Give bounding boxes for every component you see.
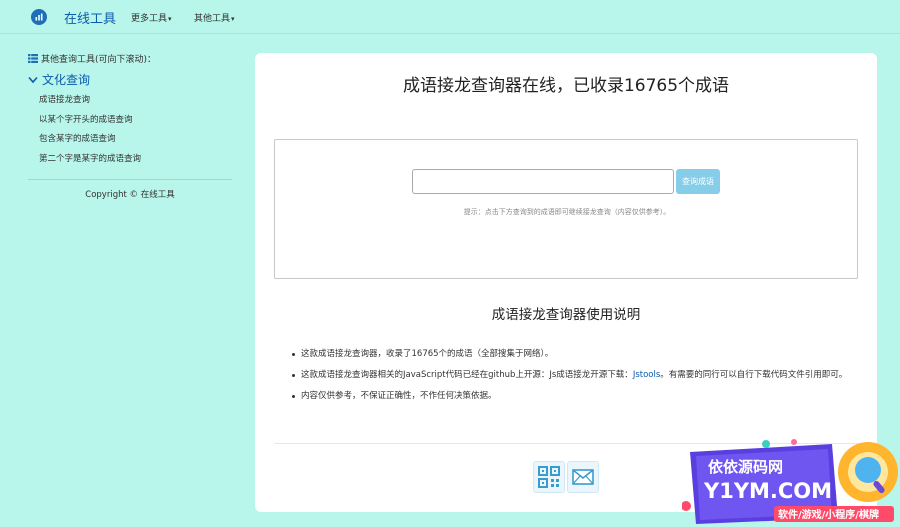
idiom-search-input[interactable] [412,169,674,194]
other-tools-menu[interactable]: 其他工具▾ [194,11,235,24]
watermark-line1: 依依源码网 [708,458,783,476]
top-navbar: 在线工具 更多工具▾ 其他工具▾ [0,0,900,34]
list-item: 这款成语接龙查询器相关的JavaScript代码已经在github上开源：Js成… [290,369,860,382]
query-panel: 查询成语 提示：点击下方查询到的成语即可继续接龙查询（内容仅供参考）。 [274,139,858,279]
sidebar-heading-text: 其他查询工具(可向下滚动)： [41,55,157,65]
instruction-text: 。有需要的同行可以自行下载代码文件引用即可。 [660,370,848,380]
chevron-down-icon [28,76,38,83]
sidebar-divider [28,179,232,180]
caret-down-icon: ▾ [231,15,235,23]
sidebar-heading: 其他查询工具(可向下滚动)： [28,52,233,65]
watermark-line3: 软件/游戏/小程序/棋牌 [778,508,879,521]
watermark-badge: 依依源码网 Y1YM.COM 软件/游戏/小程序/棋牌 [682,439,898,524]
category-culture[interactable]: 文化查询 [28,71,233,88]
list-item: 这款成语接龙查询器，收录了16765个的成语（全部搜集于网络）。 [290,348,860,361]
jstools-link[interactable]: Jstools [633,370,660,380]
instruction-text: 内容仅供参考，不保证正确性，不作任何决策依据。 [301,391,497,401]
caret-down-icon: ▾ [168,15,172,23]
instructions-list: 这款成语接龙查询器，收录了16765个的成语（全部搜集于网络）。 这款成语接龙查… [290,348,860,411]
sidebar-item-starts-with[interactable]: 以某个字开头的成语查询 [39,111,233,131]
query-hint: 提示：点击下方查询到的成语即可继续接龙查询（内容仅供参考）。 [463,208,671,216]
qrcode-share-button[interactable] [533,461,565,493]
brand-link[interactable]: 在线工具 [64,8,116,27]
sidebar: 其他查询工具(可向下滚动)： 文化查询 成语接龙查询 以某个字开头的成语查询 包… [28,52,233,200]
category-label: 文化查询 [42,73,91,87]
site-logo-icon[interactable] [31,9,47,25]
list-item: 内容仅供参考，不保证正确性，不作任何决策依据。 [290,390,860,403]
page-title: 成语接龙查询器在线，已收录16765个成语 [402,76,730,96]
query-idiom-button[interactable]: 查询成语 [676,169,720,194]
qrcode-icon [538,466,560,488]
sidebar-item-idiom-chain[interactable]: 成语接龙查询 [39,91,233,111]
sidebar-item-second-char[interactable]: 第二个字是某字的成语查询 [39,150,233,170]
instruction-text: 这款成语接龙查询器相关的JavaScript代码已经在github上开源：Js成… [301,370,633,380]
copyright-text: Copyright © 在线工具 [85,190,175,200]
list-icon [28,54,38,63]
usage-title: 成语接龙查询器使用说明 [491,307,641,323]
watermark-line2: Y1YM.COM [703,479,832,503]
envelope-icon [572,469,594,485]
other-tools-label: 其他工具 [194,14,231,24]
instruction-text: 这款成语接龙查询器，收录了16765个的成语（全部搜集于网络）。 [301,349,554,359]
sidebar-item-contains[interactable]: 包含某字的成语查询 [39,130,233,150]
email-share-button[interactable] [567,461,599,493]
more-tools-menu[interactable]: 更多工具▾ [131,11,172,24]
sidebar-links: 成语接龙查询 以某个字开头的成语查询 包含某字的成语查询 第二个字是某字的成语查… [28,91,233,169]
more-tools-label: 更多工具 [131,14,168,24]
